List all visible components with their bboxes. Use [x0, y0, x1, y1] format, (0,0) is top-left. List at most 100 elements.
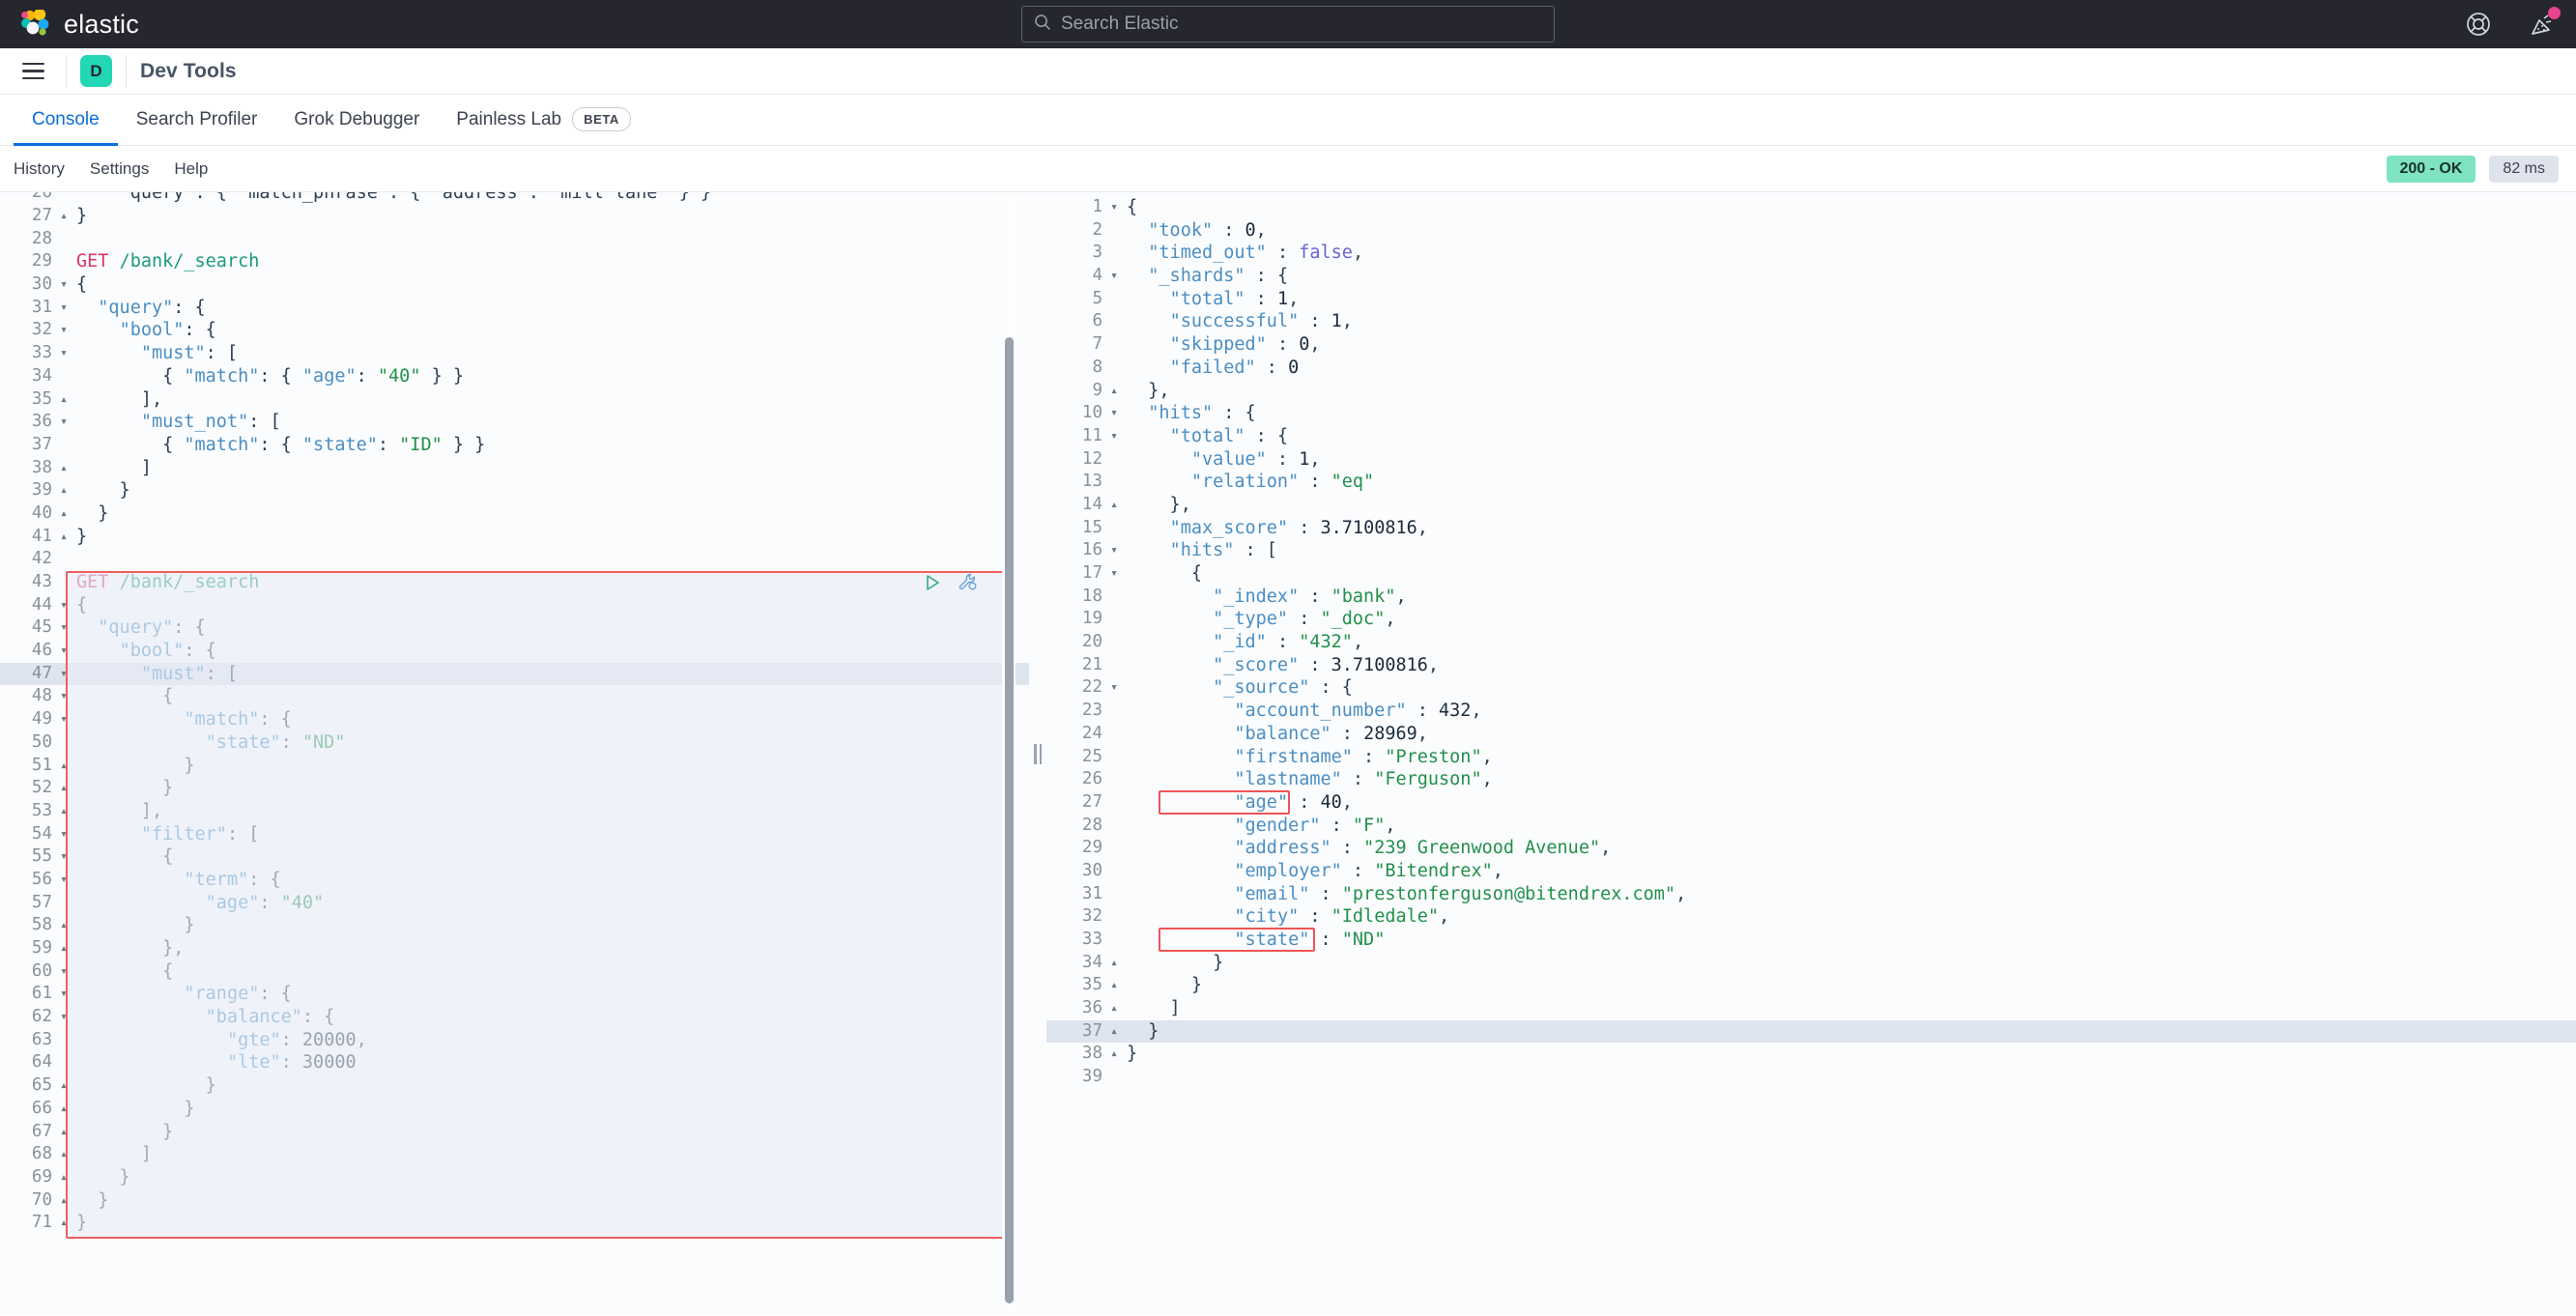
code-line[interactable]: 36▾ "must_not": [ — [0, 411, 1029, 434]
wrench-docs-icon[interactable] — [958, 572, 978, 597]
fold-toggle-icon[interactable]: ▴ — [1106, 997, 1122, 1020]
code-line[interactable]: 27 "age" : 40, — [1046, 791, 2576, 815]
code-line[interactable]: 42 — [0, 548, 1029, 571]
code-line[interactable]: 11▾ "total" : { — [1046, 425, 2576, 448]
code-line[interactable]: 17▾ { — [1046, 562, 2576, 586]
fold-toggle-icon[interactable]: ▴ — [56, 388, 72, 412]
code-line[interactable]: 8 "failed" : 0 — [1046, 357, 2576, 380]
code-line[interactable]: 16▾ "hits" : [ — [1046, 539, 2576, 562]
code-line[interactable]: 31 "email" : "prestonferguson@bitendrex.… — [1046, 883, 2576, 906]
code-line[interactable]: 37 { "match": { "state": "ID" } } — [0, 434, 1029, 457]
editor-scrollbar-thumb[interactable] — [1005, 337, 1014, 1303]
help-button[interactable]: Help — [174, 159, 208, 179]
code-line[interactable]: 33 "state" : "ND" — [1046, 929, 2576, 952]
fold-toggle-icon[interactable]: ▴ — [56, 479, 72, 502]
fold-toggle-icon[interactable]: ▴ — [1106, 952, 1122, 975]
code-line[interactable]: 36▴ ] — [1046, 997, 2576, 1020]
search-input[interactable] — [1061, 14, 1542, 35]
code-line[interactable]: 24 "balance" : 28969, — [1046, 723, 2576, 746]
code-line[interactable]: 38▴} — [1046, 1043, 2576, 1066]
fold-toggle-icon[interactable]: ▾ — [56, 411, 72, 434]
fold-toggle-icon[interactable]: ▾ — [1106, 539, 1122, 562]
fold-toggle-icon[interactable]: ▴ — [1106, 974, 1122, 997]
code-line[interactable]: 22▾ "_source" : { — [1046, 676, 2576, 700]
code-line[interactable]: 40▴ } — [0, 502, 1029, 526]
fold-toggle-icon[interactable]: ▾ — [1106, 425, 1122, 448]
play-request-icon[interactable] — [923, 573, 942, 597]
code-line[interactable]: 30▾{ — [0, 273, 1029, 297]
code-line[interactable]: 33▾ "must": [ — [0, 342, 1029, 365]
fold-toggle-icon[interactable]: ▴ — [56, 526, 72, 549]
code-line[interactable]: 2 "took" : 0, — [1046, 219, 2576, 243]
fold-toggle-icon[interactable]: ▴ — [1106, 380, 1122, 403]
code-line[interactable]: 21 "_score" : 3.7100816, — [1046, 654, 2576, 677]
tab-console[interactable]: Console — [14, 94, 118, 145]
fold-toggle-icon[interactable]: ▾ — [56, 297, 72, 320]
fold-toggle-icon[interactable]: ▾ — [1106, 196, 1122, 219]
code-line[interactable]: 5 "total" : 1, — [1046, 288, 2576, 311]
code-line[interactable]: 14▴ }, — [1046, 494, 2576, 517]
tab-painless-lab[interactable]: Painless Lab BETA — [438, 94, 649, 145]
code-line[interactable]: 34 { "match": { "age": "40" } } — [0, 365, 1029, 388]
code-line[interactable]: 35▴ } — [1046, 974, 2576, 997]
code-line[interactable]: 26 "lastname" : "Ferguson", — [1046, 768, 2576, 791]
code-line[interactable]: 4▾ "_shards" : { — [1046, 265, 2576, 288]
code-line[interactable]: 6 "successful" : 1, — [1046, 310, 2576, 333]
fold-toggle-icon[interactable]: ▴ — [1106, 494, 1122, 517]
settings-button[interactable]: Settings — [90, 159, 149, 179]
fold-toggle-icon[interactable]: ▴ — [56, 205, 72, 228]
code-line[interactable]: 29GET /bank/_search — [0, 250, 1029, 273]
fold-toggle-icon[interactable]: ▾ — [1106, 676, 1122, 700]
code-line[interactable]: 20 "_id" : "432", — [1046, 631, 2576, 654]
code-line[interactable]: 35▴ ], — [0, 388, 1029, 412]
code-line[interactable]: 28 "gender" : "F", — [1046, 815, 2576, 838]
code-line[interactable]: 26 "query": { "match_phrase": { "address… — [0, 192, 1029, 205]
code-line[interactable]: 25 "firstname" : "Preston", — [1046, 746, 2576, 769]
fold-toggle-icon[interactable]: ▴ — [1106, 1020, 1122, 1044]
history-button[interactable]: History — [14, 159, 65, 179]
code-line[interactable]: 13 "relation" : "eq" — [1046, 471, 2576, 494]
code-line[interactable]: 38▴ ] — [0, 457, 1029, 480]
party-popper-icon[interactable] — [2528, 10, 2557, 39]
fold-toggle-icon[interactable]: ▴ — [1106, 1043, 1122, 1066]
global-search-box[interactable] — [1021, 6, 1555, 43]
tab-grok-debugger[interactable]: Grok Debugger — [275, 94, 438, 145]
fold-toggle-icon[interactable]: ▾ — [1106, 562, 1122, 586]
code-line[interactable]: 28 — [0, 228, 1029, 251]
code-line[interactable]: 30 "employer" : "Bitendrex", — [1046, 860, 2576, 883]
code-line[interactable]: 19 "_type" : "_doc", — [1046, 608, 2576, 631]
code-line[interactable]: 39▴ } — [0, 479, 1029, 502]
help-lifebuoy-icon[interactable] — [2464, 10, 2493, 39]
app-badge[interactable]: D — [80, 55, 112, 87]
fold-toggle-icon[interactable]: ▾ — [1106, 402, 1122, 425]
request-editor-pane[interactable]: 26 "query": { "match_phrase": { "address… — [0, 192, 1029, 1315]
pane-splitter[interactable] — [1029, 192, 1046, 1315]
code-line[interactable]: 12 "value" : 1, — [1046, 448, 2576, 472]
fold-toggle-icon[interactable]: ▾ — [56, 342, 72, 365]
code-line[interactable]: 3 "timed_out" : false, — [1046, 242, 2576, 265]
code-line[interactable]: 32▾ "bool": { — [0, 319, 1029, 342]
brand[interactable]: elastic — [0, 10, 139, 40]
code-line[interactable]: 10▾ "hits" : { — [1046, 402, 2576, 425]
code-line[interactable]: 41▴} — [0, 526, 1029, 549]
hamburger-menu-icon[interactable] — [14, 55, 52, 88]
fold-toggle-icon[interactable]: ▾ — [56, 319, 72, 342]
code-line[interactable]: 37▴ } — [1046, 1020, 2576, 1044]
code-line[interactable]: 27▴} — [0, 205, 1029, 228]
code-line[interactable]: 34▴ } — [1046, 952, 2576, 975]
code-line[interactable]: 1▾{ — [1046, 196, 2576, 219]
response-pane[interactable]: 1▾{2 "took" : 0,3 "timed_out" : false,4▾… — [1046, 192, 2576, 1315]
code-line[interactable]: 7 "skipped" : 0, — [1046, 333, 2576, 357]
code-line[interactable]: 39 — [1046, 1066, 2576, 1089]
code-line[interactable]: 31▾ "query": { — [0, 297, 1029, 320]
fold-toggle-icon[interactable]: ▴ — [56, 502, 72, 526]
response-viewer[interactable]: 1▾{2 "took" : 0,3 "timed_out" : false,4▾… — [1046, 192, 2576, 1089]
code-line[interactable]: 18 "_index" : "bank", — [1046, 586, 2576, 609]
fold-toggle-icon[interactable]: ▾ — [1106, 265, 1122, 288]
code-line[interactable]: 9▴ }, — [1046, 380, 2576, 403]
code-line[interactable]: 15 "max_score" : 3.7100816, — [1046, 517, 2576, 540]
tab-search-profiler[interactable]: Search Profiler — [118, 94, 276, 145]
fold-toggle-icon[interactable]: ▾ — [56, 273, 72, 297]
code-line[interactable]: 32 "city" : "Idledale", — [1046, 905, 2576, 929]
code-line[interactable]: 29 "address" : "239 Greenwood Avenue", — [1046, 837, 2576, 860]
